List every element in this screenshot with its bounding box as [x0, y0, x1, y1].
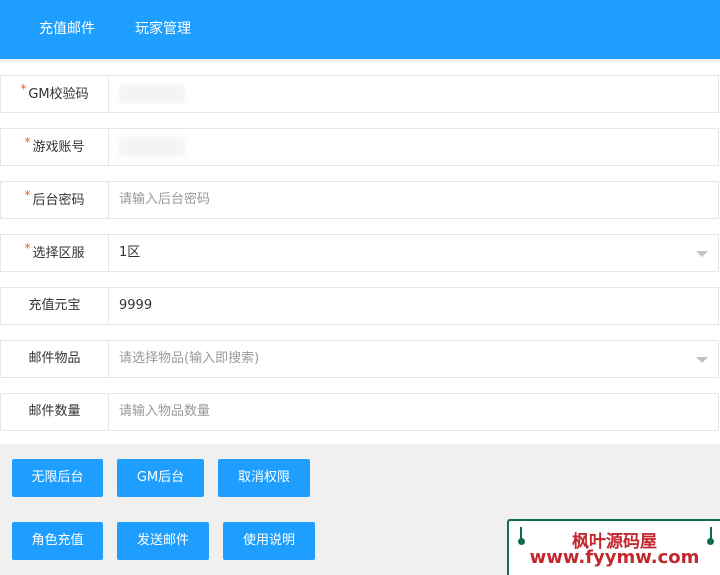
server-label-text: 选择区服 — [32, 246, 85, 261]
required-mark: * — [24, 188, 31, 202]
quantity-field[interactable] — [108, 393, 719, 431]
account-input[interactable] — [108, 128, 719, 166]
item-label: 邮件物品 — [0, 340, 109, 378]
quantity-input[interactable] — [119, 394, 718, 429]
server-label: * 选择区服 — [0, 234, 109, 272]
password-field[interactable] — [108, 181, 719, 219]
watermark: 枫叶源码屋 www.fyymw.com — [507, 519, 720, 575]
password-label-text: 后台密码 — [32, 193, 85, 208]
chevron-down-icon — [696, 251, 708, 257]
gm-code-label-text: GM校验码 — [28, 87, 89, 102]
tab-recharge-mail[interactable]: 充值邮件 — [39, 0, 95, 59]
row-password: * 后台密码 — [0, 181, 719, 219]
chevron-down-icon — [696, 357, 708, 363]
watermark-url: www.fyymw.com — [529, 547, 700, 568]
item-select-placeholder: 请选择物品(输入即搜索) — [119, 351, 260, 366]
row-server: * 选择区服 1区 — [0, 234, 719, 272]
gm-code-label: * GM校验码 — [0, 75, 109, 113]
password-label: * 后台密码 — [0, 181, 109, 219]
item-select[interactable]: 请选择物品(输入即搜索) — [108, 340, 719, 378]
account-label-text: 游戏账号 — [32, 140, 85, 155]
required-mark: * — [24, 241, 31, 255]
required-mark: * — [20, 82, 27, 96]
form-area: * GM校验码 * 游戏账号 * 后台密码 * 选择区服 1区 充值元宝 9999 邮件… — [0, 62, 720, 444]
gm-code-input[interactable] — [108, 75, 719, 113]
role-recharge-button[interactable]: 角色充值 — [12, 522, 103, 560]
tab-player-management[interactable]: 玩家管理 — [135, 0, 191, 59]
row-item: 邮件物品 请选择物品(输入即搜索) — [0, 340, 719, 378]
instructions-button[interactable]: 使用说明 — [223, 522, 315, 560]
unlimited-backend-button[interactable]: 无限后台 — [12, 459, 103, 497]
revoke-permission-button[interactable]: 取消权限 — [218, 459, 310, 497]
server-select[interactable]: 1区 — [108, 234, 719, 272]
quantity-label: 邮件数量 — [0, 393, 109, 431]
redacted-value — [119, 138, 185, 156]
yuanbao-value: 9999 — [119, 298, 153, 313]
top-nav: 充值邮件 玩家管理 — [0, 0, 720, 59]
row-gm-code: * GM校验码 — [0, 75, 719, 113]
gm-backend-button[interactable]: GM后台 — [117, 459, 204, 497]
password-input[interactable] — [119, 182, 718, 217]
account-label: * 游戏账号 — [0, 128, 109, 166]
yuanbao-label: 充值元宝 — [0, 287, 109, 325]
yuanbao-input[interactable]: 9999 — [108, 287, 719, 325]
redacted-value — [119, 85, 185, 103]
send-mail-button[interactable]: 发送邮件 — [117, 522, 209, 560]
row-account: * 游戏账号 — [0, 128, 719, 166]
server-select-value: 1区 — [119, 245, 141, 260]
required-mark: * — [24, 135, 31, 149]
row-yuanbao: 充值元宝 9999 — [0, 287, 719, 325]
row-quantity: 邮件数量 — [0, 393, 719, 431]
